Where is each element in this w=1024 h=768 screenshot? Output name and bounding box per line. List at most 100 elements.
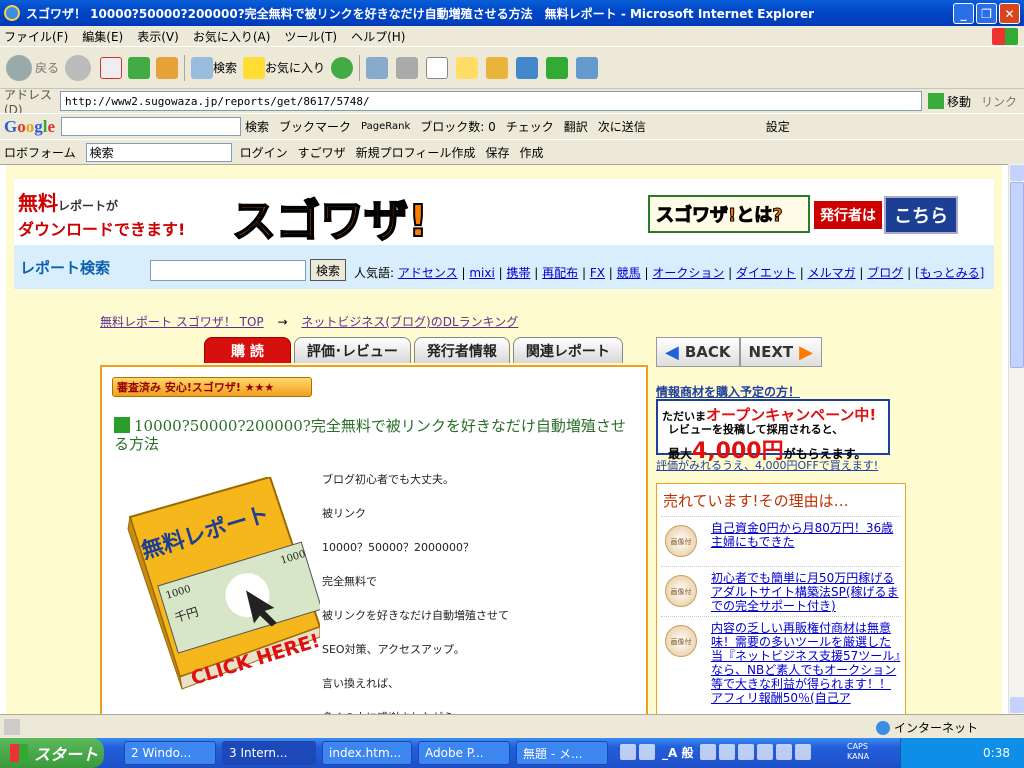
google-block[interactable]: ブロック数: 0 — [420, 118, 496, 135]
maximize-button[interactable]: ❐ — [976, 3, 997, 24]
product-link[interactable]: 初心者でも簡単に月50万円稼げるアダルトサイト構築法SP(稼げるまでの完全サポー… — [711, 571, 901, 613]
tab-related[interactable]: 関連レポート — [512, 337, 623, 363]
taskbar-item-ie[interactable]: 3 Intern... — [222, 741, 316, 765]
address-label: アドレス(D) — [4, 87, 53, 117]
address-input[interactable]: http://www2.sugowaza.jp/reports/get/8617… — [60, 91, 922, 111]
product-link[interactable]: 内容の乏しい再販権付商材は無意味！需要の多いツールを厳選した当『ネットビジネス支… — [711, 621, 901, 705]
start-button[interactable]: スタート — [0, 738, 104, 768]
publisher-button[interactable]: 発行者は こちら — [814, 195, 990, 235]
vertical-scrollbar[interactable] — [1008, 164, 1024, 714]
tool-icon[interactable] — [738, 744, 755, 760]
help-icon[interactable] — [795, 744, 812, 760]
scroll-down-icon[interactable] — [1010, 697, 1024, 713]
next-nav-button[interactable]: NEXT ▶ — [739, 337, 822, 367]
report-tabs: 購 読 評価･レビュー 発行者情報 関連レポート — [204, 337, 623, 363]
contacts-icon[interactable] — [576, 56, 599, 79]
ime-mode[interactable]: _A 般 — [662, 744, 693, 761]
roboform-create[interactable]: 作成 — [519, 144, 543, 161]
buyer-info-link[interactable]: 情報商材を購入予定の方！ — [656, 383, 800, 400]
stop-icon[interactable] — [100, 56, 123, 79]
tool-icon[interactable] — [757, 744, 774, 760]
research-icon[interactable] — [486, 56, 509, 79]
google-settings[interactable]: 設定 — [766, 118, 790, 135]
menu-favorites[interactable]: お気に入り(A) — [193, 28, 271, 45]
messenger-icon[interactable] — [516, 56, 539, 79]
popular-link[interactable]: ブログ — [867, 266, 903, 280]
refresh-icon[interactable] — [128, 56, 151, 79]
ime-icon[interactable] — [639, 744, 655, 760]
taskbar-item-adobe[interactable]: Adobe P... — [418, 741, 510, 765]
tab-subscribe[interactable]: 購 読 — [204, 337, 291, 363]
popular-link[interactable]: アドセンス — [398, 266, 458, 280]
google-search-button[interactable]: 検索 — [245, 118, 269, 135]
menu-file[interactable]: ファイル(F) — [4, 28, 68, 45]
scroll-thumb[interactable] — [1010, 182, 1024, 368]
tool-icon[interactable] — [719, 744, 736, 760]
google-check[interactable]: チェック — [506, 118, 554, 135]
about-button[interactable]: スゴワザ!とは? — [648, 195, 810, 233]
back-nav-button[interactable]: ◀ BACK — [656, 337, 740, 367]
google-pagerank[interactable]: PageRank — [361, 121, 410, 132]
popular-link[interactable]: ダイエット — [736, 266, 796, 280]
google-bookmarks[interactable]: ブックマーク — [279, 118, 351, 135]
home-icon[interactable] — [156, 56, 179, 79]
popular-link[interactable]: FX — [590, 266, 605, 280]
taskbar-item-windows[interactable]: 2 Windo... — [124, 741, 216, 765]
roboform-search-input[interactable]: 検索 — [85, 142, 232, 162]
tab-publisher[interactable]: 発行者情報 — [413, 337, 510, 363]
popular-link[interactable]: mixi — [469, 266, 494, 280]
popular-link[interactable]: 再配布 — [542, 266, 578, 280]
google-translate[interactable]: 翻訳 — [564, 118, 588, 135]
report-search-input[interactable] — [150, 260, 306, 281]
breadcrumb-top-link[interactable]: 無料レポート スゴワザ！ TOP — [100, 315, 264, 329]
roboform-login[interactable]: ログイン — [240, 144, 288, 161]
menu-view[interactable]: 表示(V) — [137, 28, 179, 45]
history-icon[interactable] — [331, 56, 354, 79]
site-logo[interactable]: スゴワザ! — [231, 185, 429, 249]
scroll-up-icon[interactable] — [1010, 165, 1024, 181]
google-send[interactable]: 次に送信 — [598, 118, 646, 135]
discuss-icon[interactable] — [456, 56, 479, 79]
taskbar-item-index[interactable]: index.htm... — [322, 741, 412, 765]
breadcrumb-ranking-link[interactable]: ネットビジネス(ブログ)のDLランキング — [301, 315, 518, 329]
links-label[interactable]: リンク — [981, 93, 1017, 110]
google-search-input[interactable] — [61, 117, 242, 136]
tool-icon[interactable] — [776, 744, 793, 760]
popular-link[interactable]: 携帯 — [506, 266, 530, 280]
go-button[interactable]: 移動 — [928, 93, 971, 110]
tab-reviews[interactable]: 評価･レビュー — [293, 337, 411, 363]
favorites-button[interactable]: お気に入り — [243, 56, 325, 79]
ime-icon[interactable] — [620, 744, 636, 760]
roboform-sugowaza[interactable]: すごワザ — [298, 144, 346, 161]
tool-icon[interactable] — [700, 744, 717, 760]
popular-link[interactable]: 競馬 — [617, 266, 641, 280]
clock[interactable]: 0:38 — [983, 746, 1010, 760]
roboform-save[interactable]: 保存 — [485, 144, 509, 161]
forward-button[interactable] — [65, 54, 94, 81]
page-icon — [4, 718, 20, 735]
taskbar: スタート 2 Windo... 3 Intern... index.htm...… — [0, 738, 1024, 768]
popular-link[interactable]: メルマガ — [808, 266, 856, 280]
menu-tools[interactable]: ツール(T) — [284, 28, 337, 45]
print-icon[interactable] — [396, 56, 419, 79]
plugin-icon[interactable] — [546, 56, 569, 79]
edit-icon[interactable] — [426, 56, 449, 79]
free-report-book-image[interactable]: 無料レポート 1000 1000 千円 CLICK HERE! — [120, 475, 323, 707]
campaign-banner[interactable]: ただいまオープンキャンペーン中! レビューを投稿して採用されると、 最大4,00… — [656, 399, 890, 464]
back-button[interactable]: 戻る — [6, 54, 59, 81]
standard-toolbar: 戻る 検索 お気に入り — [0, 47, 1024, 89]
roboform-newprofile[interactable]: 新規プロフィール作成 — [356, 144, 476, 161]
close-button[interactable]: ✕ — [999, 3, 1020, 24]
menu-help[interactable]: ヘルプ(H) — [351, 28, 405, 45]
product-link[interactable]: 自己資金0円から月80万円！36歳主婦にもできた — [711, 521, 901, 549]
mail-icon[interactable] — [366, 56, 389, 79]
menu-edit[interactable]: 編集(E) — [82, 28, 123, 45]
popular-more-link[interactable]: [もっとみる] — [915, 266, 984, 280]
search-button[interactable]: 検索 — [191, 56, 237, 79]
taskbar-item-notepad[interactable]: 無題 - メ... — [516, 741, 608, 765]
roboform-menu[interactable]: ロボフォーム — [4, 144, 76, 161]
report-search-button[interactable]: 検索 — [310, 259, 347, 281]
popular-link[interactable]: オークション — [652, 266, 724, 280]
review-discount-link[interactable]: 評価がみれるうえ、4,000円OFFで買えます! — [656, 457, 878, 473]
minimize-button[interactable]: _ — [953, 3, 974, 24]
